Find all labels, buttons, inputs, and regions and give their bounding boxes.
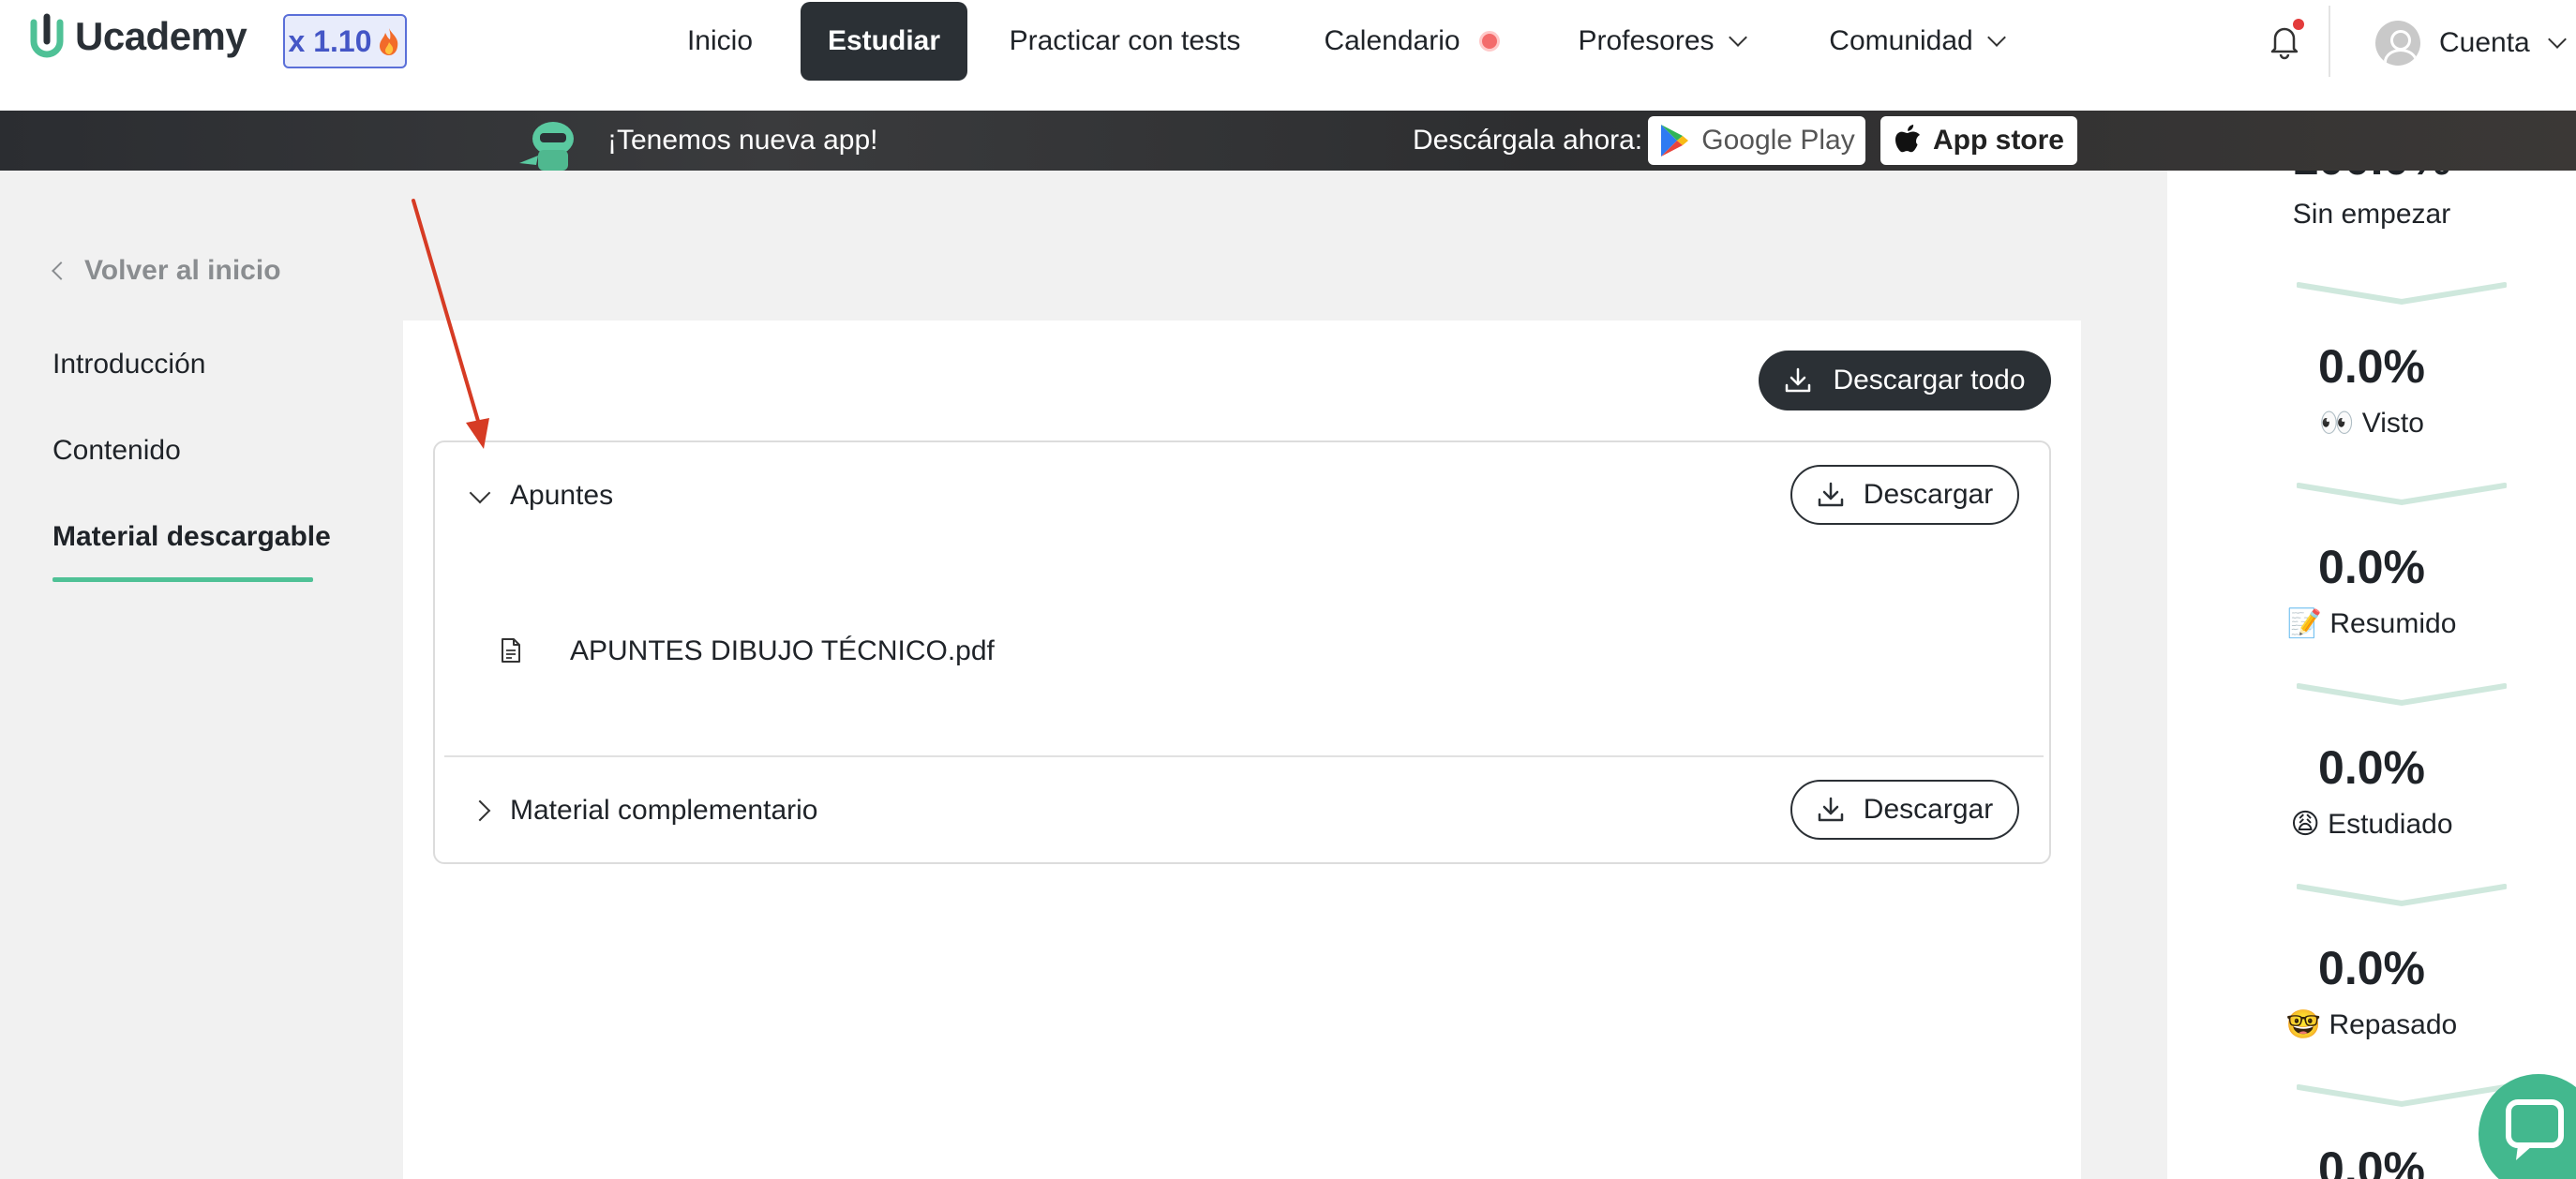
chevron-down-icon <box>1728 28 1747 47</box>
progress-label: 😩 Estudiado <box>2290 809 2453 840</box>
progress-label: 📝 Resumido <box>2286 608 2457 639</box>
download-all-label: Descargar todo <box>1833 365 2026 395</box>
chevron-separator-icon <box>2297 1084 2507 1108</box>
sidebar-item-contenido[interactable]: Contenido <box>52 435 181 467</box>
download-icon <box>1818 797 1844 822</box>
sidebar-item-introduccion[interactable]: Introducción <box>52 349 205 381</box>
progress-percentage: 100.0% <box>2167 171 2576 186</box>
ucademy-logo-icon <box>30 13 64 58</box>
account-menu[interactable]: Cuenta <box>2375 21 2567 66</box>
streak-badge[interactable]: x 1.10 <box>283 14 407 68</box>
download-icon <box>1786 367 1811 393</box>
download-material-complementario-button[interactable]: Descargar <box>1790 780 2019 840</box>
chevron-separator-icon <box>2297 282 2507 306</box>
nav-profesores[interactable]: Profesores <box>1567 2 1755 81</box>
section-title: Material complementario <box>510 795 818 826</box>
back-label: Volver al inicio <box>84 255 281 286</box>
nav-estudiar-label: Estudiar <box>827 25 941 56</box>
progress-stage-resumido: 0.0% 📝 Resumido <box>2167 540 2576 640</box>
progress-percentage: 0.0% <box>2318 340 2425 393</box>
app-store-label: App store <box>1932 125 2064 156</box>
google-play-label: Google Play <box>1701 125 1855 156</box>
app-store-button[interactable]: App store <box>1880 116 2077 165</box>
top-navbar: Ucademy x 1.10 Inicio Estudiar Practicar… <box>0 0 2576 111</box>
chevron-left-icon <box>52 261 70 280</box>
nav-calendario-label: Calendario <box>1324 25 1460 56</box>
nav-calendario[interactable]: Calendario <box>1309 2 1515 81</box>
progress-label: 🤓 Repasado <box>2285 1009 2458 1040</box>
banner-cta-text: Descárgala ahora: <box>1413 125 1643 156</box>
progress-label: 👀 Visto <box>2319 408 2424 439</box>
section-title: Apuntes <box>510 480 614 511</box>
streak-value: x 1.10 <box>288 23 372 58</box>
nav-inicio[interactable]: Inicio <box>664 2 776 81</box>
chevron-down-icon <box>2547 30 2567 49</box>
document-icon <box>502 638 520 663</box>
progress-percentage: 0.0% <box>2318 942 2425 994</box>
nav-estudiar[interactable]: Estudiar <box>801 2 967 81</box>
chevron-right-icon <box>469 799 491 822</box>
nav-comunidad-label: Comunidad <box>1829 25 1973 56</box>
download-icon <box>1818 482 1844 507</box>
section-header-material-complementario[interactable]: Material complementario Descargar <box>435 757 2049 864</box>
nav-tests-label: Practicar con tests <box>1009 25 1241 56</box>
brand-name: Ucademy <box>75 14 247 58</box>
mascot-icon <box>519 122 574 171</box>
chevron-down-icon <box>1986 28 2006 47</box>
downloads-accordion: Apuntes Descargar APUNTES DIBUJO TÉCNICO… <box>433 440 2051 864</box>
nav-practicar-tests[interactable]: Practicar con tests <box>994 2 1256 81</box>
app-promo-banner <box>0 111 2576 171</box>
chevron-separator-icon <box>2297 683 2507 707</box>
banner-message: ¡Tenemos nueva app! <box>607 125 878 156</box>
progress-label: Sin empezar <box>2292 199 2451 230</box>
sidebar-item-material-descargable[interactable]: Material descargable <box>52 521 331 553</box>
chevron-down-icon <box>469 482 491 504</box>
nav-profesores-label: Profesores <box>1578 25 1715 56</box>
account-label: Cuenta <box>2439 27 2530 58</box>
progress-stage-estudiado: 0.0% 😩 Estudiado <box>2167 740 2576 841</box>
avatar-icon <box>2375 21 2420 66</box>
download-label: Descargar <box>1863 479 1994 510</box>
fire-icon <box>380 28 398 55</box>
chat-bubble-icon <box>2506 1099 2564 1160</box>
progress-stage-visto: 0.0% 👀 Visto <box>2167 339 2576 440</box>
live-indicator-icon <box>1478 31 1500 52</box>
download-apuntes-button[interactable]: Descargar <box>1790 465 2019 525</box>
notification-dot <box>2293 19 2304 30</box>
active-tab-indicator <box>52 577 313 582</box>
section-header-apuntes[interactable]: Apuntes Descargar <box>435 442 2049 549</box>
chevron-separator-icon <box>2297 884 2507 907</box>
download-all-button[interactable]: Descargar todo <box>1759 351 2051 410</box>
chat-support-button[interactable] <box>2479 1074 2576 1179</box>
file-list: APUNTES DIBUJO TÉCNICO.pdf <box>435 549 2049 755</box>
download-label: Descargar <box>1863 794 1994 825</box>
google-play-button[interactable]: Google Play <box>1648 116 1865 165</box>
file-link[interactable]: APUNTES DIBUJO TÉCNICO.pdf <box>570 635 995 667</box>
back-to-home-link[interactable]: Volver al inicio <box>52 255 281 287</box>
divider <box>2329 6 2330 77</box>
ucademy-logo[interactable]: Ucademy <box>28 13 247 60</box>
nav-inicio-label: Inicio <box>686 25 754 56</box>
apple-icon <box>1895 125 1920 153</box>
nav-comunidad[interactable]: Comunidad <box>1822 2 2010 81</box>
chevron-separator-icon <box>2297 483 2507 506</box>
progress-stage-sin-empezar: 100.0% Sin empezar <box>2167 171 2576 231</box>
progress-percentage: 0.0% <box>2318 541 2425 593</box>
progress-percentage: 0.0% <box>2318 741 2425 794</box>
progress-column: 100.0% Sin empezar 0.0% 👀 Visto 0.0% 📝 R… <box>2167 171 2576 1179</box>
google-play-icon <box>1661 125 1689 157</box>
progress-stage-repasado: 0.0% 🤓 Repasado <box>2167 941 2576 1041</box>
